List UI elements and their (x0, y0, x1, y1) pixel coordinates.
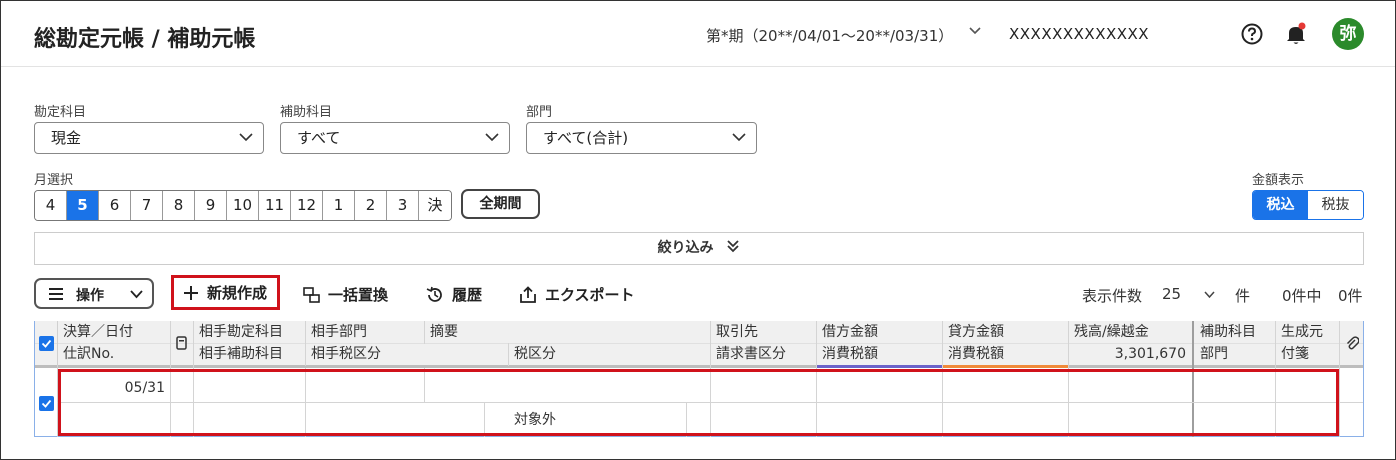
account-select[interactable]: 現金 (34, 122, 264, 154)
month-button[interactable]: 12 (291, 191, 323, 220)
department-label: 部門 (526, 105, 553, 120)
company-name[interactable]: XXXXXXXXXXXXX (1009, 25, 1149, 43)
operations-button[interactable]: 操作 (34, 278, 154, 309)
narrow-down-toggle[interactable]: 絞り込み (34, 232, 1364, 265)
month-button[interactable]: 8 (163, 191, 195, 220)
month-button-selected[interactable]: 5 (67, 191, 99, 220)
page-header: 総勘定元帳 / 補助元帳 第*期（20**/04/01〜20**/03/31） … (1, 1, 1395, 67)
month-button-closing[interactable]: 決 (419, 191, 451, 220)
col-header-department[interactable]: 部門 (1200, 343, 1228, 365)
month-selector: 4 5 6 7 8 9 10 11 12 1 2 3 決 (34, 190, 452, 221)
export-label: エクスポート (545, 286, 635, 304)
tax-included-button[interactable]: 税込 (1253, 191, 1308, 219)
department-select-value: すべて(合計) (543, 129, 629, 147)
sub-account-select-value: すべて (297, 129, 341, 147)
col-header-credit[interactable]: 貸方金額 (948, 321, 1004, 343)
result-total: 0件中 (1282, 287, 1322, 305)
chevron-down-icon (239, 133, 253, 142)
chevron-down-icon (130, 290, 143, 299)
select-all-checkbox[interactable] (39, 336, 54, 351)
chevron-down-icon[interactable] (969, 23, 981, 39)
bulk-replace-label: 一括置換 (328, 286, 389, 304)
col-header-entry-no[interactable]: 仕訳No. (63, 343, 114, 365)
history-label: 履歴 (452, 286, 483, 304)
carryover-balance: 3,301,670 (1114, 346, 1186, 362)
col-header-invoice-class[interactable]: 請求書区分 (716, 343, 786, 365)
tax-excluded-button[interactable]: 税抜 (1308, 191, 1363, 219)
highlight-frame (58, 369, 1339, 436)
month-button[interactable]: 11 (259, 191, 291, 220)
month-button[interactable]: 1 (323, 191, 355, 220)
col-header-summary[interactable]: 摘要 (430, 321, 458, 343)
col-header-counter-tax[interactable]: 相手税区分 (311, 343, 381, 365)
narrow-down-label: 絞り込み (657, 240, 714, 256)
col-header-debit[interactable]: 借方金額 (822, 321, 878, 343)
month-button[interactable]: 10 (227, 191, 259, 220)
double-chevron-down-icon (727, 240, 740, 253)
row-checkbox[interactable] (39, 396, 54, 411)
fiscal-period-selector[interactable]: 第*期（20**/04/01〜20**/03/31） (706, 25, 953, 46)
col-header-counter-sub-account[interactable]: 相手補助科目 (199, 343, 283, 365)
new-entry-button[interactable]: 新規作成 (171, 275, 280, 310)
sub-account-select[interactable]: すべて (280, 122, 510, 154)
col-header-tax-class[interactable]: 税区分 (514, 343, 556, 365)
history-button[interactable]: 履歴 (426, 284, 482, 305)
app-window: 総勘定元帳 / 補助元帳 第*期（20**/04/01〜20**/03/31） … (0, 0, 1396, 460)
month-button[interactable]: 6 (99, 191, 131, 220)
plus-icon (183, 285, 198, 300)
chevron-down-icon (732, 133, 746, 142)
help-icon[interactable] (1241, 23, 1263, 45)
department-select[interactable]: すべて(合計) (526, 122, 757, 154)
month-button[interactable]: 2 (355, 191, 387, 220)
history-icon (426, 286, 442, 302)
account-label: 勘定科目 (34, 105, 87, 120)
page-size-select[interactable]: 25 (1162, 285, 1181, 303)
col-header-counter-account[interactable]: 相手勘定科目 (199, 321, 283, 343)
col-header-counter-dept[interactable]: 相手部門 (311, 321, 367, 343)
amount-display-label: 金額表示 (1252, 173, 1305, 188)
page-size-unit: 件 (1235, 287, 1251, 305)
operations-label: 操作 (76, 288, 104, 304)
month-selector-label: 月選択 (34, 173, 74, 188)
memo-icon (176, 335, 187, 354)
col-header-debit-tax[interactable]: 消費税額 (822, 343, 878, 365)
account-select-value: 現金 (51, 129, 82, 147)
page-title: 総勘定元帳 / 補助元帳 (34, 27, 256, 52)
chevron-down-icon[interactable] (1204, 291, 1215, 299)
col-header-balance[interactable]: 残高/繰越金 (1074, 321, 1149, 343)
all-period-button[interactable]: 全期間 (461, 189, 540, 219)
month-button[interactable]: 4 (35, 191, 67, 220)
notification-bell-icon[interactable] (1285, 22, 1307, 46)
col-header-partner[interactable]: 取引先 (716, 321, 758, 343)
result-count: 0件 (1338, 287, 1363, 305)
user-avatar[interactable]: 弥 (1332, 18, 1364, 50)
col-header-date[interactable]: 決算／日付 (63, 321, 133, 343)
export-icon (520, 285, 536, 303)
col-header-origin[interactable]: 生成元 (1281, 321, 1323, 343)
export-button[interactable]: エクスポート (519, 284, 635, 305)
bulk-replace-button[interactable]: 一括置換 (303, 284, 388, 305)
new-entry-label: 新規作成 (206, 284, 267, 302)
amount-display-toggle: 税込 税抜 (1252, 190, 1364, 220)
col-header-note[interactable]: 付箋 (1281, 343, 1309, 365)
hamburger-menu-icon (49, 288, 63, 300)
month-button[interactable]: 3 (387, 191, 419, 220)
attachment-clip-icon (1345, 335, 1360, 355)
month-button[interactable]: 9 (195, 191, 227, 220)
page-size-label: 表示件数 (1082, 287, 1143, 305)
col-header-credit-tax[interactable]: 消費税額 (948, 343, 1004, 365)
month-button[interactable]: 7 (131, 191, 163, 220)
replace-icon (303, 286, 320, 303)
chevron-down-icon (485, 133, 499, 142)
sub-account-label: 補助科目 (280, 105, 333, 120)
col-header-sub-account[interactable]: 補助科目 (1200, 321, 1256, 343)
